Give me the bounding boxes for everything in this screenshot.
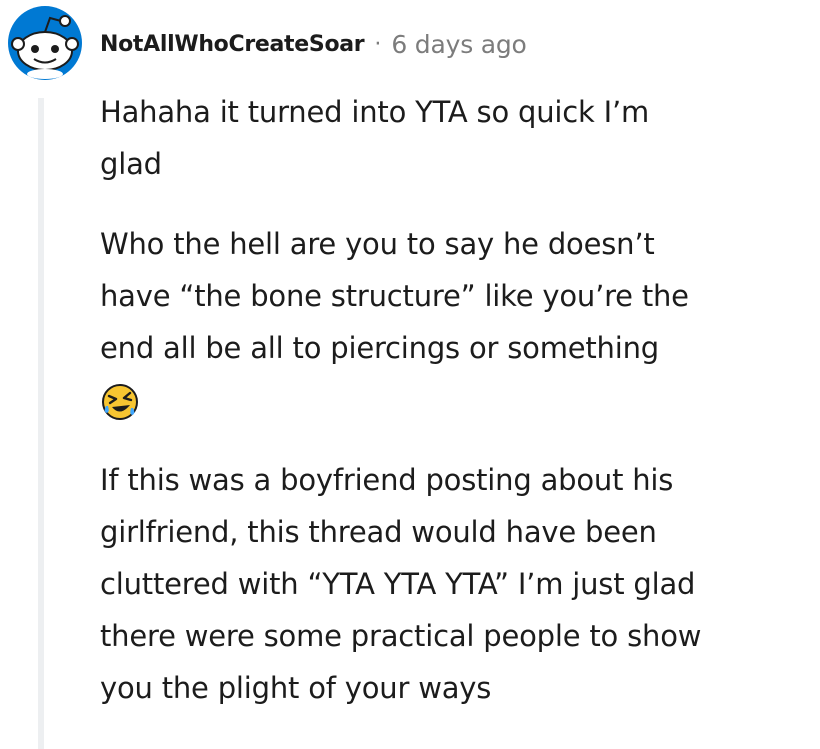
comment: NotAllWhoCreateSoar · 6 days ago Hahaha … [0, 0, 820, 749]
text-line: Who the hell are you to say he doesn’t [100, 227, 655, 261]
text-line: glad [100, 147, 162, 181]
text-line: there were some practical people to show [100, 619, 702, 653]
comment-paragraph: Who the hell are you to say he doesn’t h… [100, 218, 800, 426]
text-line: have “the bone structure” like you’re th… [100, 279, 689, 313]
text-line: end all be all to piercings or something [100, 331, 659, 365]
comment-body: Hahaha it turned into YTA so quick I’m g… [100, 86, 800, 714]
comment-paragraph: If this was a boyfriend posting about hi… [100, 454, 800, 714]
comment-paragraph: Hahaha it turned into YTA so quick I’m g… [100, 86, 800, 190]
text-line: If this was a boyfriend posting about hi… [100, 463, 674, 497]
rolling-on-floor-laughing-icon [102, 384, 138, 420]
author-link[interactable]: NotAllWhoCreateSoar [100, 32, 365, 57]
text-line: Hahaha it turned into YTA so quick I’m [100, 95, 650, 129]
timestamp-link[interactable]: 6 days ago [391, 30, 526, 59]
text-line: girlfriend, this thread would have been [100, 515, 657, 549]
user-avatar[interactable] [6, 4, 84, 82]
meta-separator: · [374, 31, 382, 57]
text-line: you the plight of your ways [100, 671, 492, 705]
comment-header: NotAllWhoCreateSoar · 6 days ago [100, 22, 527, 66]
thread-collapse-line[interactable] [38, 98, 44, 749]
text-line: cluttered with “YTA YTA YTA” I’m just gl… [100, 567, 696, 601]
